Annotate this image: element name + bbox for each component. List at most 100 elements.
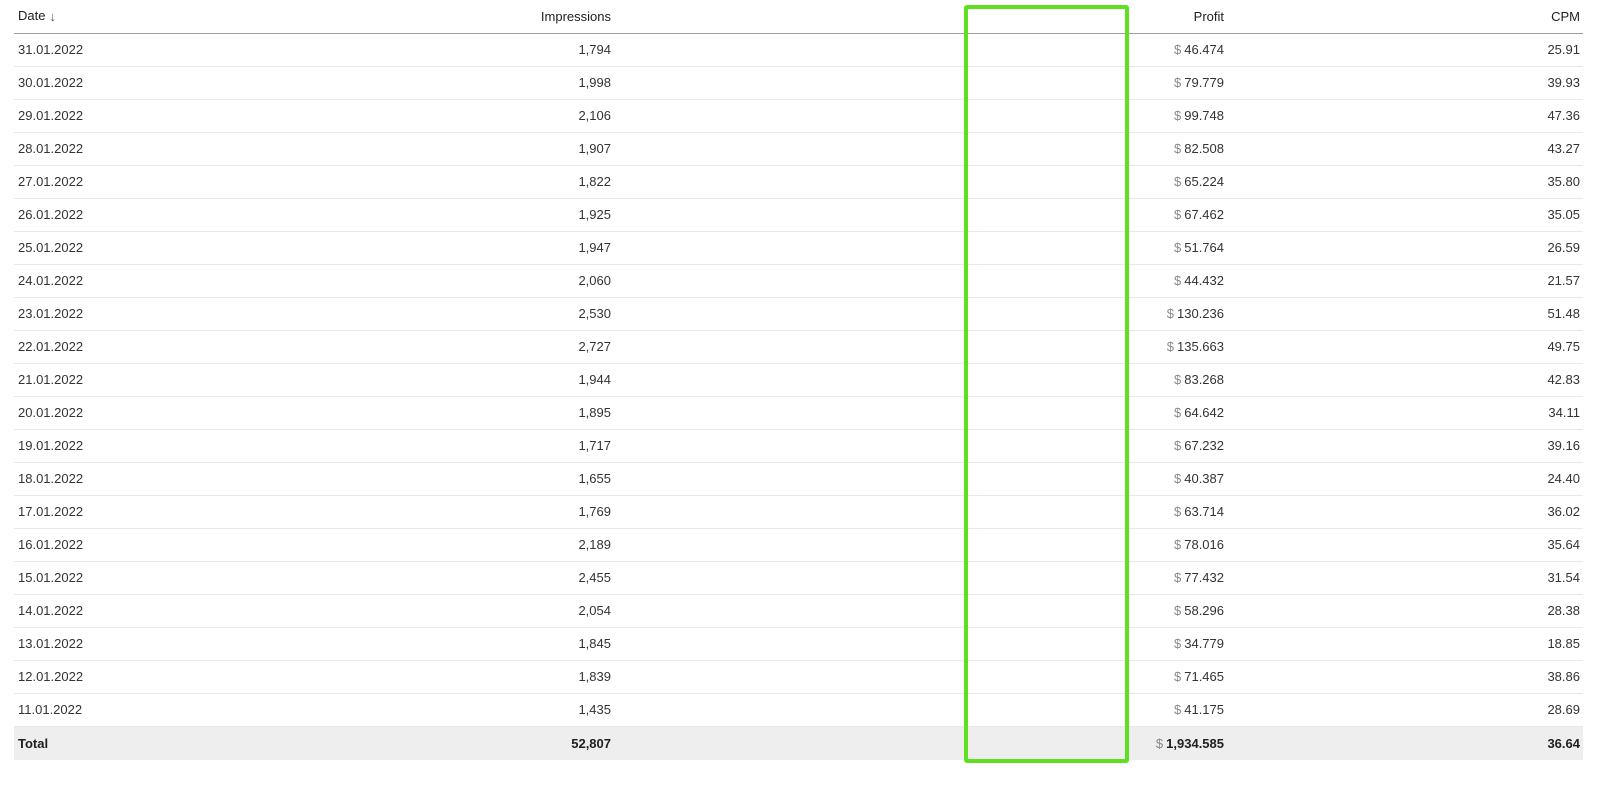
- table-row[interactable]: 31.01.2022 1,794 $46.474 25.91: [14, 33, 1583, 67]
- cell-date: 29.01.2022: [14, 99, 324, 133]
- table-row[interactable]: 17.01.2022 1,769 $63.714 36.02: [14, 495, 1583, 529]
- cell-cpm: 34.11: [1227, 396, 1583, 430]
- cell-impressions: 1,944: [324, 363, 614, 397]
- cell-cpm: 28.69: [1227, 693, 1583, 727]
- cell-cpm: 51.48: [1227, 297, 1583, 331]
- table-row[interactable]: 15.01.2022 2,455 $77.432 31.54: [14, 561, 1583, 595]
- cell-profit: $58.296: [1097, 594, 1227, 628]
- cell-date: 21.01.2022: [14, 363, 324, 397]
- cell-cpm: 38.86: [1227, 660, 1583, 694]
- currency-symbol: $: [1174, 207, 1182, 222]
- total-label: Total: [14, 726, 324, 760]
- cell-impressions: 1,769: [324, 495, 614, 529]
- cell-impressions: 2,530: [324, 297, 614, 331]
- table-row[interactable]: 30.01.2022 1,998 $79.779 39.93: [14, 66, 1583, 100]
- cell-profit: $51.764: [1097, 231, 1227, 265]
- cell-spacer: [614, 396, 1097, 430]
- cell-spacer: [614, 660, 1097, 694]
- table-row[interactable]: 24.01.2022 2,060 $44.432 21.57: [14, 264, 1583, 298]
- table-row[interactable]: 21.01.2022 1,944 $83.268 42.83: [14, 363, 1583, 397]
- currency-symbol: $: [1174, 438, 1182, 453]
- cell-cpm: 47.36: [1227, 99, 1583, 133]
- cell-impressions: 2,054: [324, 594, 614, 628]
- cell-date: 24.01.2022: [14, 264, 324, 298]
- total-cpm: 36.64: [1227, 726, 1583, 760]
- cell-spacer: [614, 132, 1097, 166]
- currency-symbol: $: [1155, 735, 1164, 751]
- cell-cpm: 49.75: [1227, 330, 1583, 364]
- cell-profit-value: 135.663: [1177, 339, 1224, 354]
- table-row[interactable]: 29.01.2022 2,106 $99.748 47.36: [14, 99, 1583, 133]
- currency-symbol: $: [1174, 42, 1182, 57]
- cell-spacer: [614, 198, 1097, 232]
- table-row[interactable]: 11.01.2022 1,435 $41.175 28.69: [14, 693, 1583, 727]
- cell-date: 25.01.2022: [14, 231, 324, 265]
- currency-symbol: $: [1174, 405, 1182, 420]
- cell-profit-value: 51.764: [1184, 240, 1224, 255]
- table-row[interactable]: 16.01.2022 2,189 $78.016 35.64: [14, 528, 1583, 562]
- cell-cpm: 43.27: [1227, 132, 1583, 166]
- cell-cpm: 39.93: [1227, 66, 1583, 100]
- column-header-profit[interactable]: Profit: [1097, 0, 1227, 34]
- column-header-date-label: Date: [18, 8, 46, 24]
- table-row[interactable]: 28.01.2022 1,907 $82.508 43.27: [14, 132, 1583, 166]
- total-row: Total 52,807 $1,934.585 36.64: [14, 726, 1583, 760]
- table-row[interactable]: 26.01.2022 1,925 $67.462 35.05: [14, 198, 1583, 232]
- cell-impressions: 2,106: [324, 99, 614, 133]
- cell-profit-value: 77.432: [1184, 570, 1224, 585]
- cell-date: 20.01.2022: [14, 396, 324, 430]
- table-row[interactable]: 12.01.2022 1,839 $71.465 38.86: [14, 660, 1583, 694]
- cell-profit: $65.224: [1097, 165, 1227, 199]
- cell-spacer: [614, 363, 1097, 397]
- cell-cpm: 18.85: [1227, 627, 1583, 661]
- cell-impressions: 1,895: [324, 396, 614, 430]
- cell-date: 15.01.2022: [14, 561, 324, 595]
- cell-profit-value: 67.462: [1184, 207, 1224, 222]
- currency-symbol: $: [1174, 372, 1182, 387]
- cell-impressions: 1,925: [324, 198, 614, 232]
- table-row[interactable]: 13.01.2022 1,845 $34.779 18.85: [14, 627, 1583, 661]
- currency-symbol: $: [1174, 240, 1182, 255]
- column-header-impressions[interactable]: Impressions: [324, 0, 614, 34]
- cell-cpm: 28.38: [1227, 594, 1583, 628]
- cell-cpm: 24.40: [1227, 462, 1583, 496]
- table-row[interactable]: 20.01.2022 1,895 $64.642 34.11: [14, 396, 1583, 430]
- table-row[interactable]: 14.01.2022 2,054 $58.296 28.38: [14, 594, 1583, 628]
- cell-spacer: [614, 165, 1097, 199]
- table-row[interactable]: 22.01.2022 2,727 $135.663 49.75: [14, 330, 1583, 364]
- table-row[interactable]: 25.01.2022 1,947 $51.764 26.59: [14, 231, 1583, 265]
- column-header-cpm[interactable]: CPM: [1227, 0, 1583, 34]
- cell-spacer: [614, 693, 1097, 727]
- cell-date: 23.01.2022: [14, 297, 324, 331]
- cell-date: 19.01.2022: [14, 429, 324, 463]
- cell-date: 18.01.2022: [14, 462, 324, 496]
- currency-symbol: $: [1166, 306, 1174, 321]
- table-row[interactable]: 23.01.2022 2,530 $130.236 51.48: [14, 297, 1583, 331]
- column-spacer: [614, 0, 1097, 34]
- currency-symbol: $: [1174, 273, 1182, 288]
- cell-profit: $64.642: [1097, 396, 1227, 430]
- currency-symbol: $: [1174, 471, 1182, 486]
- table-row[interactable]: 18.01.2022 1,655 $40.387 24.40: [14, 462, 1583, 496]
- cell-spacer: [614, 231, 1097, 265]
- table-body: 31.01.2022 1,794 $46.474 25.91 30.01.2022 1,9…: [14, 33, 1583, 727]
- header-row: Date ↓ Impressions Profit CPM: [14, 0, 1583, 34]
- cell-date: 14.01.2022: [14, 594, 324, 628]
- currency-symbol: $: [1174, 570, 1182, 585]
- table-row[interactable]: 19.01.2022 1,717 $67.232 39.16: [14, 429, 1583, 463]
- arrow-down-icon[interactable]: ↓: [49, 9, 56, 24]
- cell-profit: $40.387: [1097, 462, 1227, 496]
- cell-profit-value: 130.236: [1177, 306, 1224, 321]
- column-header-impressions-label: Impressions: [540, 8, 611, 24]
- cell-spacer: [614, 594, 1097, 628]
- cell-profit: $46.474: [1097, 33, 1227, 67]
- column-header-date[interactable]: Date ↓: [14, 0, 324, 34]
- cell-cpm: 36.02: [1227, 495, 1583, 529]
- cell-spacer: [614, 330, 1097, 364]
- table-header: Date ↓ Impressions Profit CPM: [14, 0, 1583, 34]
- currency-symbol: $: [1166, 339, 1174, 354]
- cell-profit: $71.465: [1097, 660, 1227, 694]
- table-row[interactable]: 27.01.2022 1,822 $65.224 35.80: [14, 165, 1583, 199]
- column-header-cpm-label: CPM: [1551, 8, 1580, 24]
- currency-symbol: $: [1174, 108, 1182, 123]
